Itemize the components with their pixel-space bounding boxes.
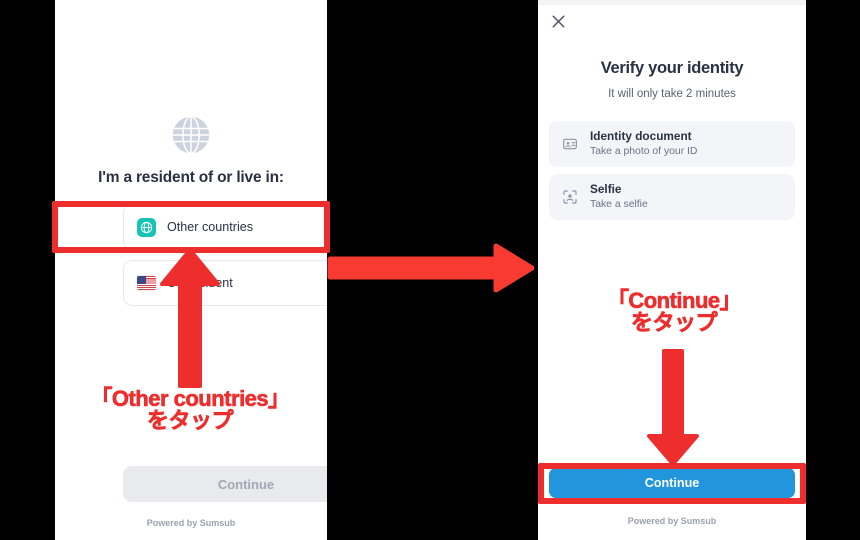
annotation-left-line2: をタップ xyxy=(146,408,234,434)
step-title-identity-document: Identity document xyxy=(590,128,692,143)
id-card-icon xyxy=(561,135,579,153)
powered-by-label: Powered by Sumsub xyxy=(627,516,717,526)
screenshot-stage: I'm a resident of or live in: Other coun… xyxy=(0,0,860,540)
us-flag-icon xyxy=(137,274,156,293)
annotation-right-line2: をタップ xyxy=(630,310,718,336)
annotation-text-right: 「Continue」 をタップ xyxy=(570,288,778,336)
step-title-selfie: Selfie xyxy=(590,181,622,196)
hero-globe-wrap xyxy=(55,112,327,163)
status-bar xyxy=(538,0,806,5)
close-icon[interactable] xyxy=(548,11,568,31)
arrow-down-icon xyxy=(645,348,701,471)
option-row-us-resident[interactable]: US resident xyxy=(123,260,327,306)
annotation-text-left: 「Other countries」 をタップ xyxy=(40,386,340,434)
step-row-identity-document[interactable]: Identity document Take a photo of your I… xyxy=(549,121,795,167)
step-subtitle-selfie: Take a selfie xyxy=(590,198,648,210)
arrow-right-icon xyxy=(326,243,535,298)
globe-icon xyxy=(168,112,214,163)
annotation-right-line1: 「Continue」 xyxy=(606,288,742,313)
verify-page-title: Verify your identity xyxy=(600,59,744,77)
step-row-selfie[interactable]: Selfie Take a selfie xyxy=(549,174,795,220)
page-title: I'm a resident of or live in: xyxy=(98,169,284,186)
continue-button-disabled[interactable]: Continue xyxy=(123,466,327,502)
powered-by-label: Powered by Sumsub xyxy=(146,518,236,528)
face-scan-icon xyxy=(561,188,579,206)
annotation-left-line1: 「Other countries」 xyxy=(90,386,290,411)
step-subtitle-identity-document: Take a photo of your ID xyxy=(590,145,698,157)
highlight-box-other-countries xyxy=(52,201,330,253)
arrow-up-icon xyxy=(158,248,222,393)
verify-page-subtitle: It will only take 2 minutes xyxy=(608,88,736,100)
